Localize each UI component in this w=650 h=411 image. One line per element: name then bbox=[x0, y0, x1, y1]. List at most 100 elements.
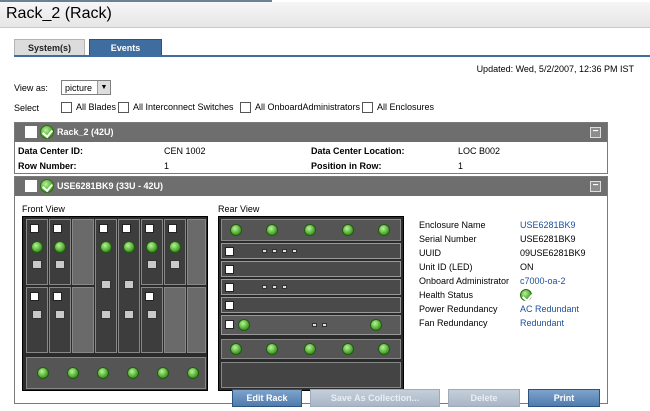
all-blades-option[interactable]: All Blades bbox=[61, 101, 116, 113]
enclosure-title: USE6281BK9 (33U - 42U) bbox=[57, 181, 164, 191]
prop-label: Onboard Administrator bbox=[419, 276, 510, 286]
interconnect-row[interactable] bbox=[221, 243, 401, 259]
tab-strip: System(s) Events bbox=[14, 39, 650, 56]
select-label: Select bbox=[14, 103, 40, 113]
blade-checkbox[interactable] bbox=[145, 224, 154, 233]
power-row bbox=[221, 362, 401, 388]
blade-bay[interactable] bbox=[26, 219, 48, 285]
health-ok-icon bbox=[123, 241, 135, 253]
prop-label: Health Status bbox=[419, 290, 474, 300]
interconnect-checkbox[interactable] bbox=[225, 247, 234, 256]
collapse-icon[interactable]: − bbox=[590, 181, 601, 192]
blade-bay[interactable] bbox=[95, 219, 117, 353]
rear-chassis[interactable] bbox=[218, 216, 404, 391]
blade-checkbox[interactable] bbox=[122, 224, 131, 233]
blade-checkbox[interactable] bbox=[99, 224, 108, 233]
blade-bay[interactable] bbox=[118, 219, 140, 353]
enclosure-name-link[interactable]: USE6281BK9 bbox=[520, 220, 576, 230]
tab-events[interactable]: Events bbox=[89, 39, 162, 56]
blade-bay[interactable] bbox=[141, 287, 163, 353]
port-icon bbox=[272, 285, 277, 289]
interconnect-checkbox[interactable] bbox=[225, 265, 234, 274]
save-as-collection-button[interactable]: Save As Collection... bbox=[310, 389, 440, 407]
health-ok-icon bbox=[378, 224, 390, 236]
interconnect-row[interactable] bbox=[221, 279, 401, 295]
rack-checkbox[interactable] bbox=[25, 126, 37, 138]
all-switches-option[interactable]: All Interconnect Switches bbox=[118, 101, 234, 113]
uuid-value: 09USE6281BK9 bbox=[520, 248, 586, 258]
health-ok-icon bbox=[31, 241, 43, 253]
enclosure-header: USE6281BK9 (33U - 42U) − bbox=[15, 177, 607, 196]
print-button[interactable]: Print bbox=[528, 389, 600, 407]
all-blades-label: All Blades bbox=[76, 102, 117, 112]
onboard-admin-row[interactable] bbox=[221, 315, 401, 335]
blade-bay[interactable] bbox=[141, 219, 163, 285]
drive-icon bbox=[170, 260, 180, 269]
interconnect-row[interactable] bbox=[221, 297, 401, 313]
empty-bay[interactable] bbox=[72, 219, 94, 285]
all-enclosures-checkbox[interactable] bbox=[362, 101, 373, 113]
interconnect-row[interactable] bbox=[221, 261, 401, 277]
port-icon bbox=[272, 249, 277, 253]
all-blades-checkbox[interactable] bbox=[61, 101, 72, 113]
all-oa-option[interactable]: All OnboardAdministrators bbox=[240, 101, 360, 113]
blade-bay[interactable] bbox=[49, 219, 71, 285]
empty-bay[interactable] bbox=[187, 287, 206, 353]
blade-bay[interactable] bbox=[49, 287, 71, 353]
health-ok-icon bbox=[187, 367, 199, 379]
title-bar: Rack_2 (Rack) bbox=[0, 2, 650, 28]
health-ok-icon bbox=[40, 179, 54, 193]
blade-checkbox[interactable] bbox=[53, 292, 62, 301]
blade-checkbox[interactable] bbox=[30, 224, 39, 233]
serial-number-value: USE6281BK9 bbox=[520, 234, 576, 244]
drive-icon bbox=[147, 310, 157, 319]
view-as-select[interactable]: picture ▼ bbox=[61, 80, 111, 95]
delete-button[interactable]: Delete bbox=[448, 389, 520, 407]
prop-label: UUID bbox=[419, 248, 441, 258]
tab-underline bbox=[14, 55, 650, 57]
all-switches-checkbox[interactable] bbox=[118, 101, 129, 113]
interconnect-checkbox[interactable] bbox=[225, 283, 234, 292]
empty-bay[interactable] bbox=[164, 287, 186, 353]
blade-checkbox[interactable] bbox=[30, 292, 39, 301]
all-oa-checkbox[interactable] bbox=[240, 101, 251, 113]
health-ok-icon bbox=[169, 241, 181, 253]
prop-label: Power Redundancy bbox=[419, 304, 498, 314]
rack-info: Data Center ID: CEN 1002 Data Center Loc… bbox=[15, 142, 607, 173]
health-ok-icon bbox=[37, 367, 49, 379]
position-label: Position in Row: bbox=[311, 161, 382, 171]
enclosure-checkbox[interactable] bbox=[25, 180, 37, 192]
port-icon bbox=[292, 249, 297, 253]
front-chassis[interactable] bbox=[22, 216, 208, 391]
onboard-admin-link[interactable]: c7000-oa-2 bbox=[520, 276, 566, 286]
all-enclosures-option[interactable]: All Enclosures bbox=[362, 101, 434, 113]
blade-checkbox[interactable] bbox=[53, 224, 62, 233]
blade-checkbox[interactable] bbox=[145, 292, 154, 301]
dc-location-value: LOC B002 bbox=[458, 146, 501, 156]
row-number-value: 1 bbox=[164, 161, 170, 171]
blade-checkbox[interactable] bbox=[168, 224, 177, 233]
blade-bay[interactable] bbox=[164, 219, 186, 285]
oa-checkbox[interactable] bbox=[225, 320, 234, 329]
fan-redundancy-link[interactable]: Redundant bbox=[520, 318, 564, 328]
interconnect-checkbox[interactable] bbox=[225, 301, 234, 310]
edit-rack-button[interactable]: Edit Rack bbox=[232, 389, 302, 407]
dc-id-label: Data Center ID: bbox=[18, 146, 84, 156]
empty-bay[interactable] bbox=[72, 287, 94, 353]
chevron-down-icon[interactable]: ▼ bbox=[97, 81, 110, 94]
collapse-icon[interactable]: − bbox=[590, 127, 601, 138]
blade-bay[interactable] bbox=[26, 287, 48, 353]
all-enclosures-label: All Enclosures bbox=[377, 102, 435, 112]
drive-icon bbox=[55, 310, 65, 319]
health-ok-icon bbox=[146, 241, 158, 253]
drive-icon bbox=[32, 260, 42, 269]
health-ok-icon bbox=[230, 224, 242, 236]
rack-title: Rack_2 (42U) bbox=[57, 127, 114, 137]
health-ok-icon bbox=[304, 224, 316, 236]
health-ok-icon bbox=[342, 343, 354, 355]
power-redundancy-link[interactable]: AC Redundant bbox=[520, 304, 579, 314]
tab-systems[interactable]: System(s) bbox=[14, 39, 85, 56]
drive-icon bbox=[55, 260, 65, 269]
page-title: Rack_2 (Rack) bbox=[6, 5, 112, 22]
empty-bay[interactable] bbox=[187, 219, 206, 285]
